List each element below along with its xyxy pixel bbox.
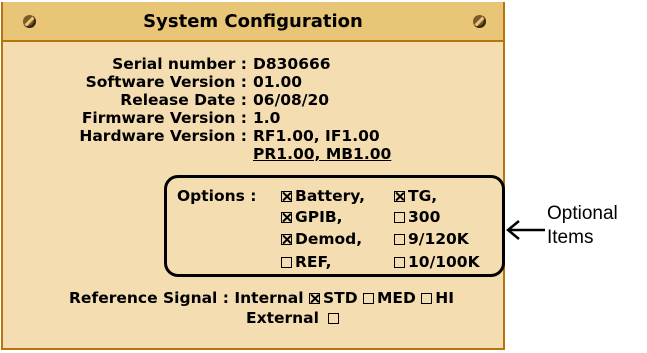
internal-label: Internal <box>234 289 304 307</box>
external-label: External <box>246 309 319 327</box>
checkbox-icon[interactable] <box>421 293 433 304</box>
arrow-left-icon <box>506 220 545 240</box>
hardware-version-value-2: PR1.00, MB1.00 <box>253 145 392 163</box>
external-row[interactable]: External <box>246 309 342 327</box>
release-date-label: Release Date : <box>120 91 247 109</box>
hardware-version-value: RF1.00, IF1.00 <box>253 127 380 145</box>
firmware-version-label: Firmware Version : <box>81 109 247 127</box>
firmware-version-value: 1.0 <box>253 109 281 127</box>
software-version-value: 01.00 <box>253 73 303 91</box>
serial-number-label: Serial number : <box>112 55 247 73</box>
ref-hi-option[interactable]: HI <box>421 289 454 307</box>
annotation-line-2: Items <box>547 227 594 248</box>
reference-signal-row: Reference Signal : Internal STD MED HI <box>69 289 454 307</box>
optional-items-highlight <box>164 175 505 277</box>
checkbox-icon[interactable] <box>328 313 340 324</box>
ref-med-option[interactable]: MED <box>362 289 416 307</box>
screw-icon-right <box>473 15 486 28</box>
release-date-value: 06/08/20 <box>253 91 330 109</box>
annotation-line-1: Optional <box>547 203 618 224</box>
serial-number-value: D830666 <box>253 55 331 73</box>
reference-signal-label: Reference Signal : <box>69 289 229 307</box>
hardware-version-label: Hardware Version : <box>79 127 247 145</box>
panel-title: System Configuration <box>143 11 363 32</box>
checkbox-icon[interactable] <box>308 293 320 304</box>
ref-std-option[interactable]: STD <box>308 289 358 307</box>
optional-items-annotation: Optional Items <box>547 202 618 250</box>
software-version-label: Software Version : <box>85 73 247 91</box>
title-bar: System Configuration <box>3 2 503 42</box>
checkbox-icon[interactable] <box>362 293 374 304</box>
